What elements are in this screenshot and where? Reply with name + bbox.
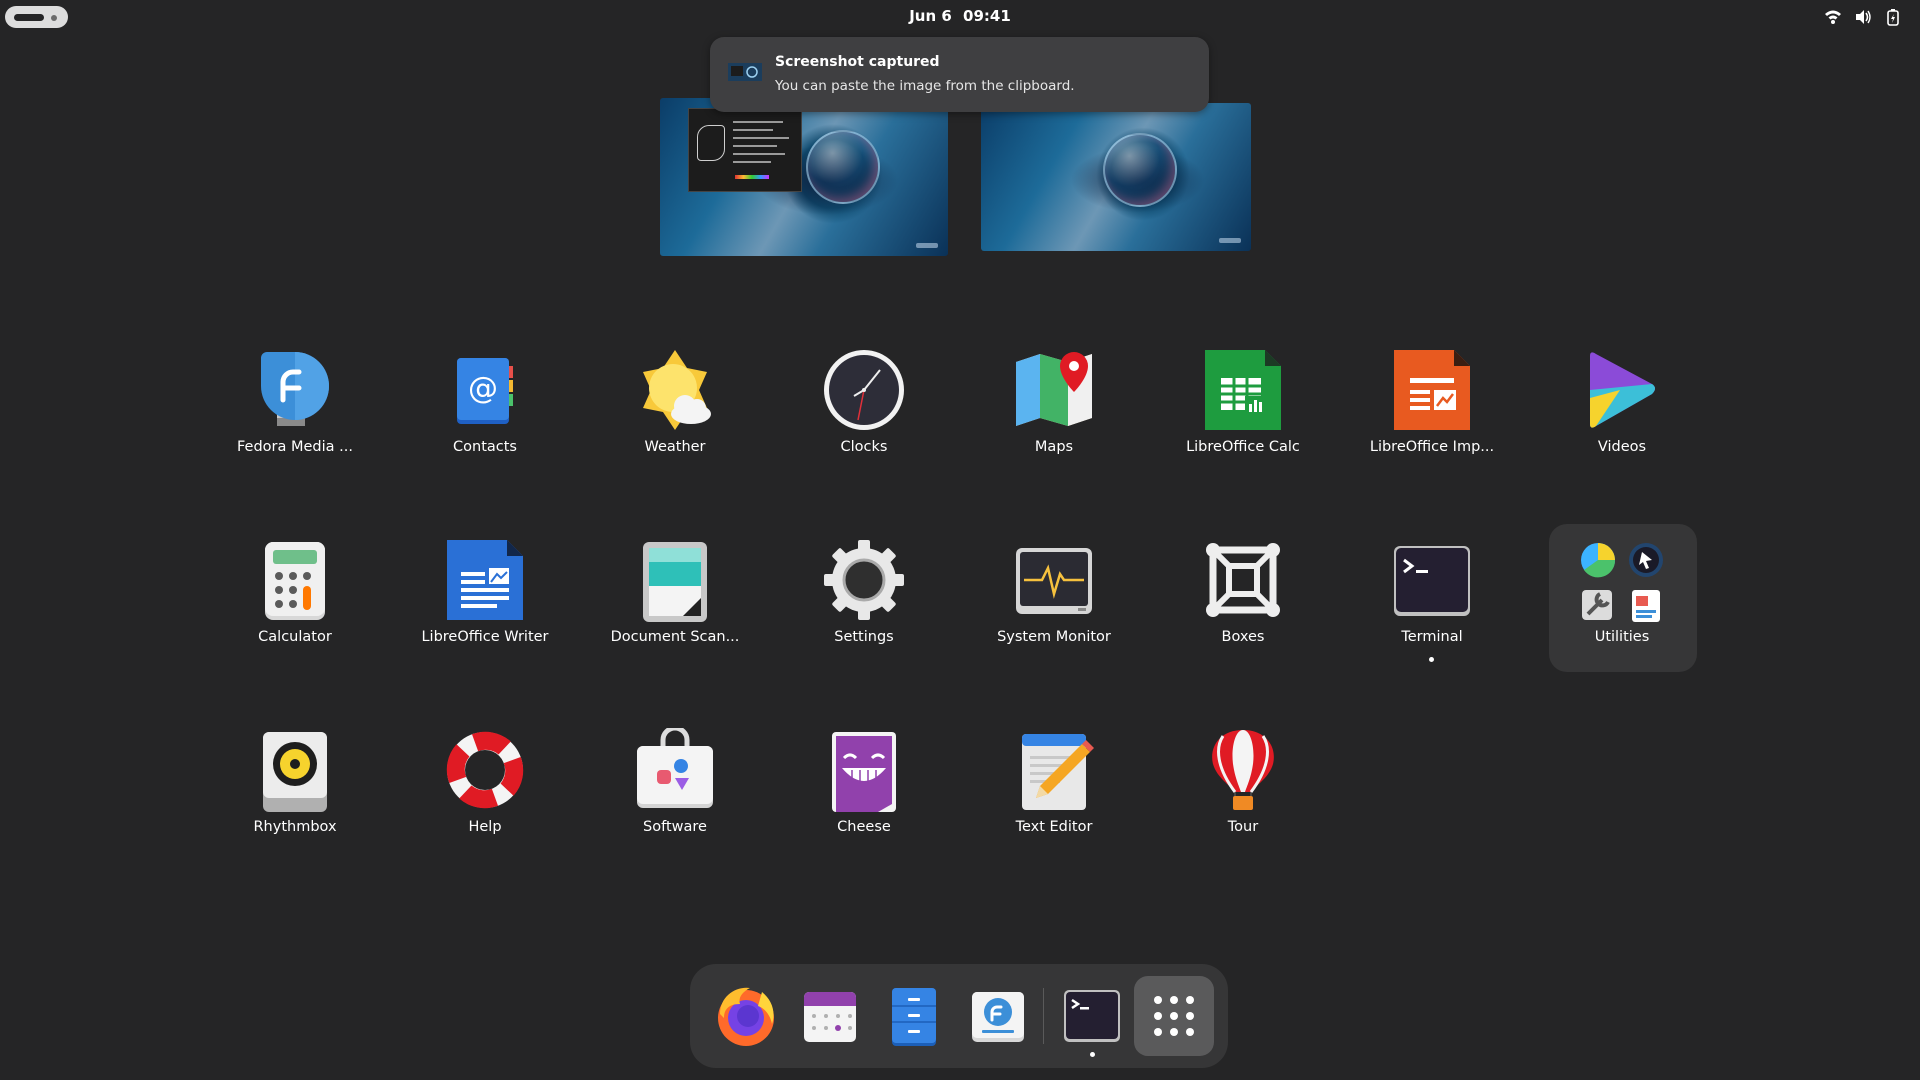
app-fedora-media-writer[interactable]: Fedora Media ...	[220, 338, 370, 488]
app-videos[interactable]: Videos	[1547, 338, 1697, 488]
fedora-watermark	[1219, 238, 1241, 243]
app-label: LibreOffice Calc	[1186, 439, 1300, 455]
fedora-watermark	[916, 243, 938, 248]
top-bar: Jun 6 09:41	[0, 0, 1920, 32]
app-folder-utilities[interactable]: Utilities	[1547, 528, 1697, 678]
clock[interactable]: Jun 6 09:41	[0, 7, 1920, 25]
tour-icon	[1201, 728, 1285, 812]
app-label: Settings	[834, 629, 894, 645]
volume-icon	[1854, 8, 1872, 26]
help-icon	[443, 728, 527, 812]
terminal-icon	[1390, 538, 1474, 622]
app-label: Clocks	[840, 439, 888, 455]
show-apps-button[interactable]	[1134, 976, 1214, 1056]
app-label: Contacts	[453, 439, 517, 455]
app-rhythmbox[interactable]: Rhythmbox	[220, 718, 370, 868]
videos-icon	[1580, 348, 1664, 432]
app-label: Boxes	[1221, 629, 1265, 645]
screenshot-notification[interactable]: Screenshot captured You can paste the im…	[710, 37, 1209, 112]
cheese-icon	[822, 728, 906, 812]
app-label: Help	[468, 819, 502, 835]
app-text-editor[interactable]: Text Editor	[979, 718, 1129, 868]
clocks-icon	[822, 348, 906, 432]
app-clocks[interactable]: Clocks	[789, 338, 939, 488]
app-cheese[interactable]: Cheese	[789, 718, 939, 868]
settings-icon	[822, 538, 906, 622]
files-icon[interactable]	[882, 984, 946, 1048]
system-status-area[interactable]	[1824, 7, 1902, 27]
app-label: Cheese	[837, 819, 891, 835]
app-label: Weather	[644, 439, 706, 455]
libreoffice-calc-icon	[1201, 348, 1285, 432]
app-label: Fedora Media ...	[237, 439, 353, 455]
software-icon	[633, 725, 717, 812]
wallpaper-bubble	[806, 130, 880, 204]
boxes-icon	[1201, 538, 1285, 622]
fedora-media-writer-icon[interactable]	[966, 984, 1030, 1048]
maps-icon	[1012, 348, 1096, 432]
app-label: Maps	[1034, 439, 1074, 455]
app-libreoffice-calc[interactable]: LibreOffice Calc	[1168, 338, 1318, 488]
color-bar	[735, 175, 769, 179]
app-label: Software	[643, 819, 707, 835]
calculator-icon	[253, 538, 337, 622]
dash-separator	[1043, 988, 1044, 1044]
app-label: Calculator	[258, 629, 332, 645]
app-label: Rhythmbox	[253, 819, 337, 835]
wifi-icon	[1824, 8, 1842, 26]
libreoffice-impress-icon	[1390, 348, 1474, 432]
app-maps[interactable]: Maps	[979, 338, 1129, 488]
app-label: Text Editor	[1015, 819, 1093, 835]
document-scanner-icon	[633, 538, 717, 622]
terminal-window-preview[interactable]	[688, 108, 802, 192]
show-apps-icon	[1150, 992, 1198, 1040]
app-document-scanner[interactable]: Document Scan...	[600, 528, 750, 678]
battery-icon	[1884, 8, 1902, 26]
calendar-icon[interactable]	[798, 984, 862, 1048]
notification-title: Screenshot captured	[775, 54, 940, 70]
workspace-thumbnail-1[interactable]	[660, 98, 948, 256]
app-software[interactable]: Software	[600, 718, 750, 868]
app-libreoffice-impress[interactable]: LibreOffice Imp...	[1357, 338, 1507, 488]
clock-date: Jun 6	[909, 7, 952, 25]
running-indicator	[1429, 657, 1434, 662]
app-help[interactable]: Help	[410, 718, 560, 868]
running-indicator	[1090, 1052, 1095, 1057]
app-system-monitor[interactable]: System Monitor	[979, 528, 1129, 678]
app-tour[interactable]: Tour	[1168, 718, 1318, 868]
fedora-logo-ascii	[697, 125, 725, 161]
app-contacts[interactable]: @ Contacts	[410, 338, 560, 488]
app-label: LibreOffice Writer	[421, 629, 549, 645]
app-boxes[interactable]: Boxes	[1168, 528, 1318, 678]
screenshot-icon	[728, 60, 762, 84]
libreoffice-writer-icon	[443, 538, 527, 622]
app-label: Utilities	[1594, 629, 1650, 645]
svg-text:@: @	[468, 371, 498, 406]
text-editor-icon	[1012, 728, 1096, 812]
app-label: System Monitor	[997, 629, 1111, 645]
clock-time: 09:41	[963, 7, 1011, 25]
system-monitor-icon	[1012, 538, 1096, 622]
firefox-icon[interactable]	[714, 984, 778, 1048]
notification-body: You can paste the image from the clipboa…	[775, 78, 1075, 94]
app-label: LibreOffice Imp...	[1369, 439, 1495, 455]
app-terminal[interactable]: Terminal	[1357, 528, 1507, 678]
dash	[690, 964, 1228, 1068]
app-label: Terminal	[1401, 629, 1463, 645]
workspace-thumbnail-2[interactable]	[981, 103, 1251, 251]
utilities-folder-icon	[1576, 542, 1668, 626]
app-weather[interactable]: Weather	[600, 338, 750, 488]
rhythmbox-icon	[253, 728, 337, 812]
app-settings[interactable]: Settings	[789, 528, 939, 678]
wallpaper-bubble	[1103, 133, 1177, 207]
contacts-icon: @	[443, 348, 527, 432]
terminal-icon[interactable]	[1060, 984, 1124, 1048]
app-label: Videos	[1597, 439, 1647, 455]
fedora-media-writer-icon	[253, 348, 337, 432]
app-label: Document Scan...	[610, 629, 740, 645]
app-libreoffice-writer[interactable]: LibreOffice Writer	[410, 528, 560, 678]
weather-icon	[633, 348, 717, 432]
app-label: Tour	[1227, 819, 1259, 835]
app-calculator[interactable]: Calculator	[220, 528, 370, 678]
